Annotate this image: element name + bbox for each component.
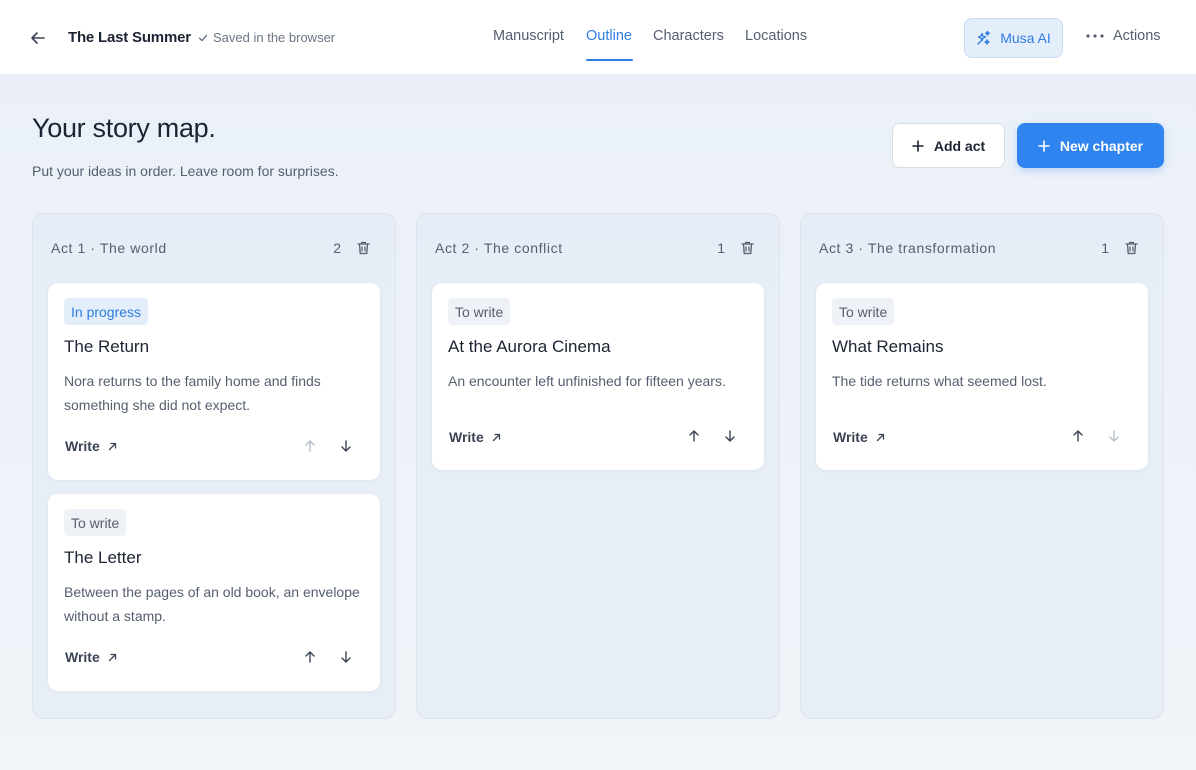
- act-column: Act 1 · The world 2 In progress The Retu…: [32, 213, 396, 719]
- chapter-card[interactable]: To write The Letter Between the pages of…: [48, 494, 380, 691]
- chapter-count: 1: [1101, 240, 1109, 256]
- chapter-description: Between the pages of an old book, an env…: [64, 584, 360, 624]
- delete-act-button[interactable]: [1123, 239, 1139, 257]
- move-down-button[interactable]: [1104, 426, 1124, 446]
- arrow-up-right-icon: [108, 653, 116, 661]
- move-up-button[interactable]: [300, 436, 320, 456]
- trash-icon: [356, 241, 370, 255]
- move-down-button[interactable]: [720, 426, 740, 446]
- arrow-up-right-icon: [492, 433, 500, 441]
- move-up-button[interactable]: [1068, 426, 1088, 446]
- arrow-up-icon: [689, 430, 699, 442]
- tab-locations[interactable]: Locations: [745, 28, 807, 44]
- write-link[interactable]: Write: [65, 649, 117, 665]
- active-tab-indicator: [586, 59, 633, 61]
- chapter-card[interactable]: To write At the Aurora Cinema An encount…: [432, 283, 764, 470]
- plus-icon: [1038, 139, 1050, 152]
- add-act-label: Add act: [933, 137, 986, 154]
- more-horizontal-icon: [1086, 34, 1104, 38]
- arrow-down-icon: [1109, 430, 1119, 442]
- tab-characters[interactable]: Characters: [653, 28, 724, 44]
- act-title: Act 1 · The world: [51, 240, 167, 256]
- page-subtitle: Put your ideas in order. Leave room for …: [32, 163, 339, 179]
- write-link[interactable]: Write: [833, 429, 885, 445]
- write-link[interactable]: Write: [449, 429, 501, 445]
- tab-manuscript[interactable]: Manuscript: [493, 28, 564, 44]
- arrow-up-icon: [305, 440, 315, 452]
- arrow-up-right-icon: [876, 433, 884, 441]
- status-badge: In progress: [64, 298, 149, 325]
- move-up-button[interactable]: [300, 647, 320, 667]
- status-badge: To write: [832, 298, 895, 325]
- trash-icon: [740, 241, 754, 255]
- chapter-title: The Letter: [64, 548, 142, 567]
- top-bar: The Last Summer Saved in the browser Man…: [0, 0, 1196, 75]
- chapter-title: At the Aurora Cinema: [448, 337, 611, 356]
- move-down-button[interactable]: [336, 647, 356, 667]
- musa-ai-label: Musa AI: [1000, 30, 1051, 46]
- chapter-count: 2: [333, 240, 341, 256]
- write-label: Write: [449, 429, 484, 445]
- trash-icon: [1124, 241, 1138, 255]
- act-column: Act 2 · The conflict 1 To write At the A…: [416, 213, 780, 719]
- act-title: Act 3 · The transformation: [819, 240, 997, 256]
- arrow-down-icon: [725, 430, 735, 442]
- arrow-down-icon: [341, 651, 351, 663]
- arrow-up-icon: [1073, 430, 1083, 442]
- new-chapter-label: New chapter: [1059, 137, 1144, 154]
- write-link[interactable]: Write: [65, 438, 117, 454]
- act-title: Act 2 · The conflict: [435, 240, 563, 256]
- tab-outline[interactable]: Outline: [586, 28, 632, 44]
- chapter-description: Nora returns to the family home and find…: [64, 373, 321, 413]
- arrow-up-right-icon: [108, 442, 116, 450]
- move-down-button[interactable]: [336, 436, 356, 456]
- musa-ai-button[interactable]: Musa AI: [964, 18, 1063, 58]
- arrow-up-icon: [305, 651, 315, 663]
- add-act-button[interactable]: Add act: [892, 123, 1005, 168]
- move-up-button[interactable]: [684, 426, 704, 446]
- delete-act-button[interactable]: [739, 239, 755, 257]
- chapter-title: The Return: [64, 337, 150, 356]
- chapter-card[interactable]: In progress The Return Nora returns to t…: [48, 283, 380, 480]
- sparkles-icon: [977, 30, 991, 45]
- chapter-title: What Remains: [832, 337, 944, 356]
- plus-icon: [912, 139, 924, 152]
- chapter-description: An encounter left unfinished for fifteen…: [448, 373, 726, 389]
- write-label: Write: [65, 438, 100, 454]
- arrow-down-icon: [341, 440, 351, 452]
- actions-button[interactable]: Actions: [1086, 28, 1161, 44]
- status-badge: To write: [448, 298, 511, 325]
- new-chapter-button[interactable]: New chapter: [1017, 123, 1164, 168]
- write-label: Write: [833, 429, 868, 445]
- write-label: Write: [65, 649, 100, 665]
- chapter-card[interactable]: To write What Remains The tide returns w…: [816, 283, 1148, 470]
- act-column: Act 3 · The transformation 1 To write Wh…: [800, 213, 1164, 719]
- delete-act-button[interactable]: [355, 239, 371, 257]
- chapter-count: 1: [717, 240, 725, 256]
- chapter-description: The tide returns what seemed lost.: [832, 373, 1047, 389]
- page-title: Your story map.: [32, 113, 216, 143]
- status-badge: To write: [64, 509, 127, 536]
- actions-label: Actions: [1113, 28, 1161, 44]
